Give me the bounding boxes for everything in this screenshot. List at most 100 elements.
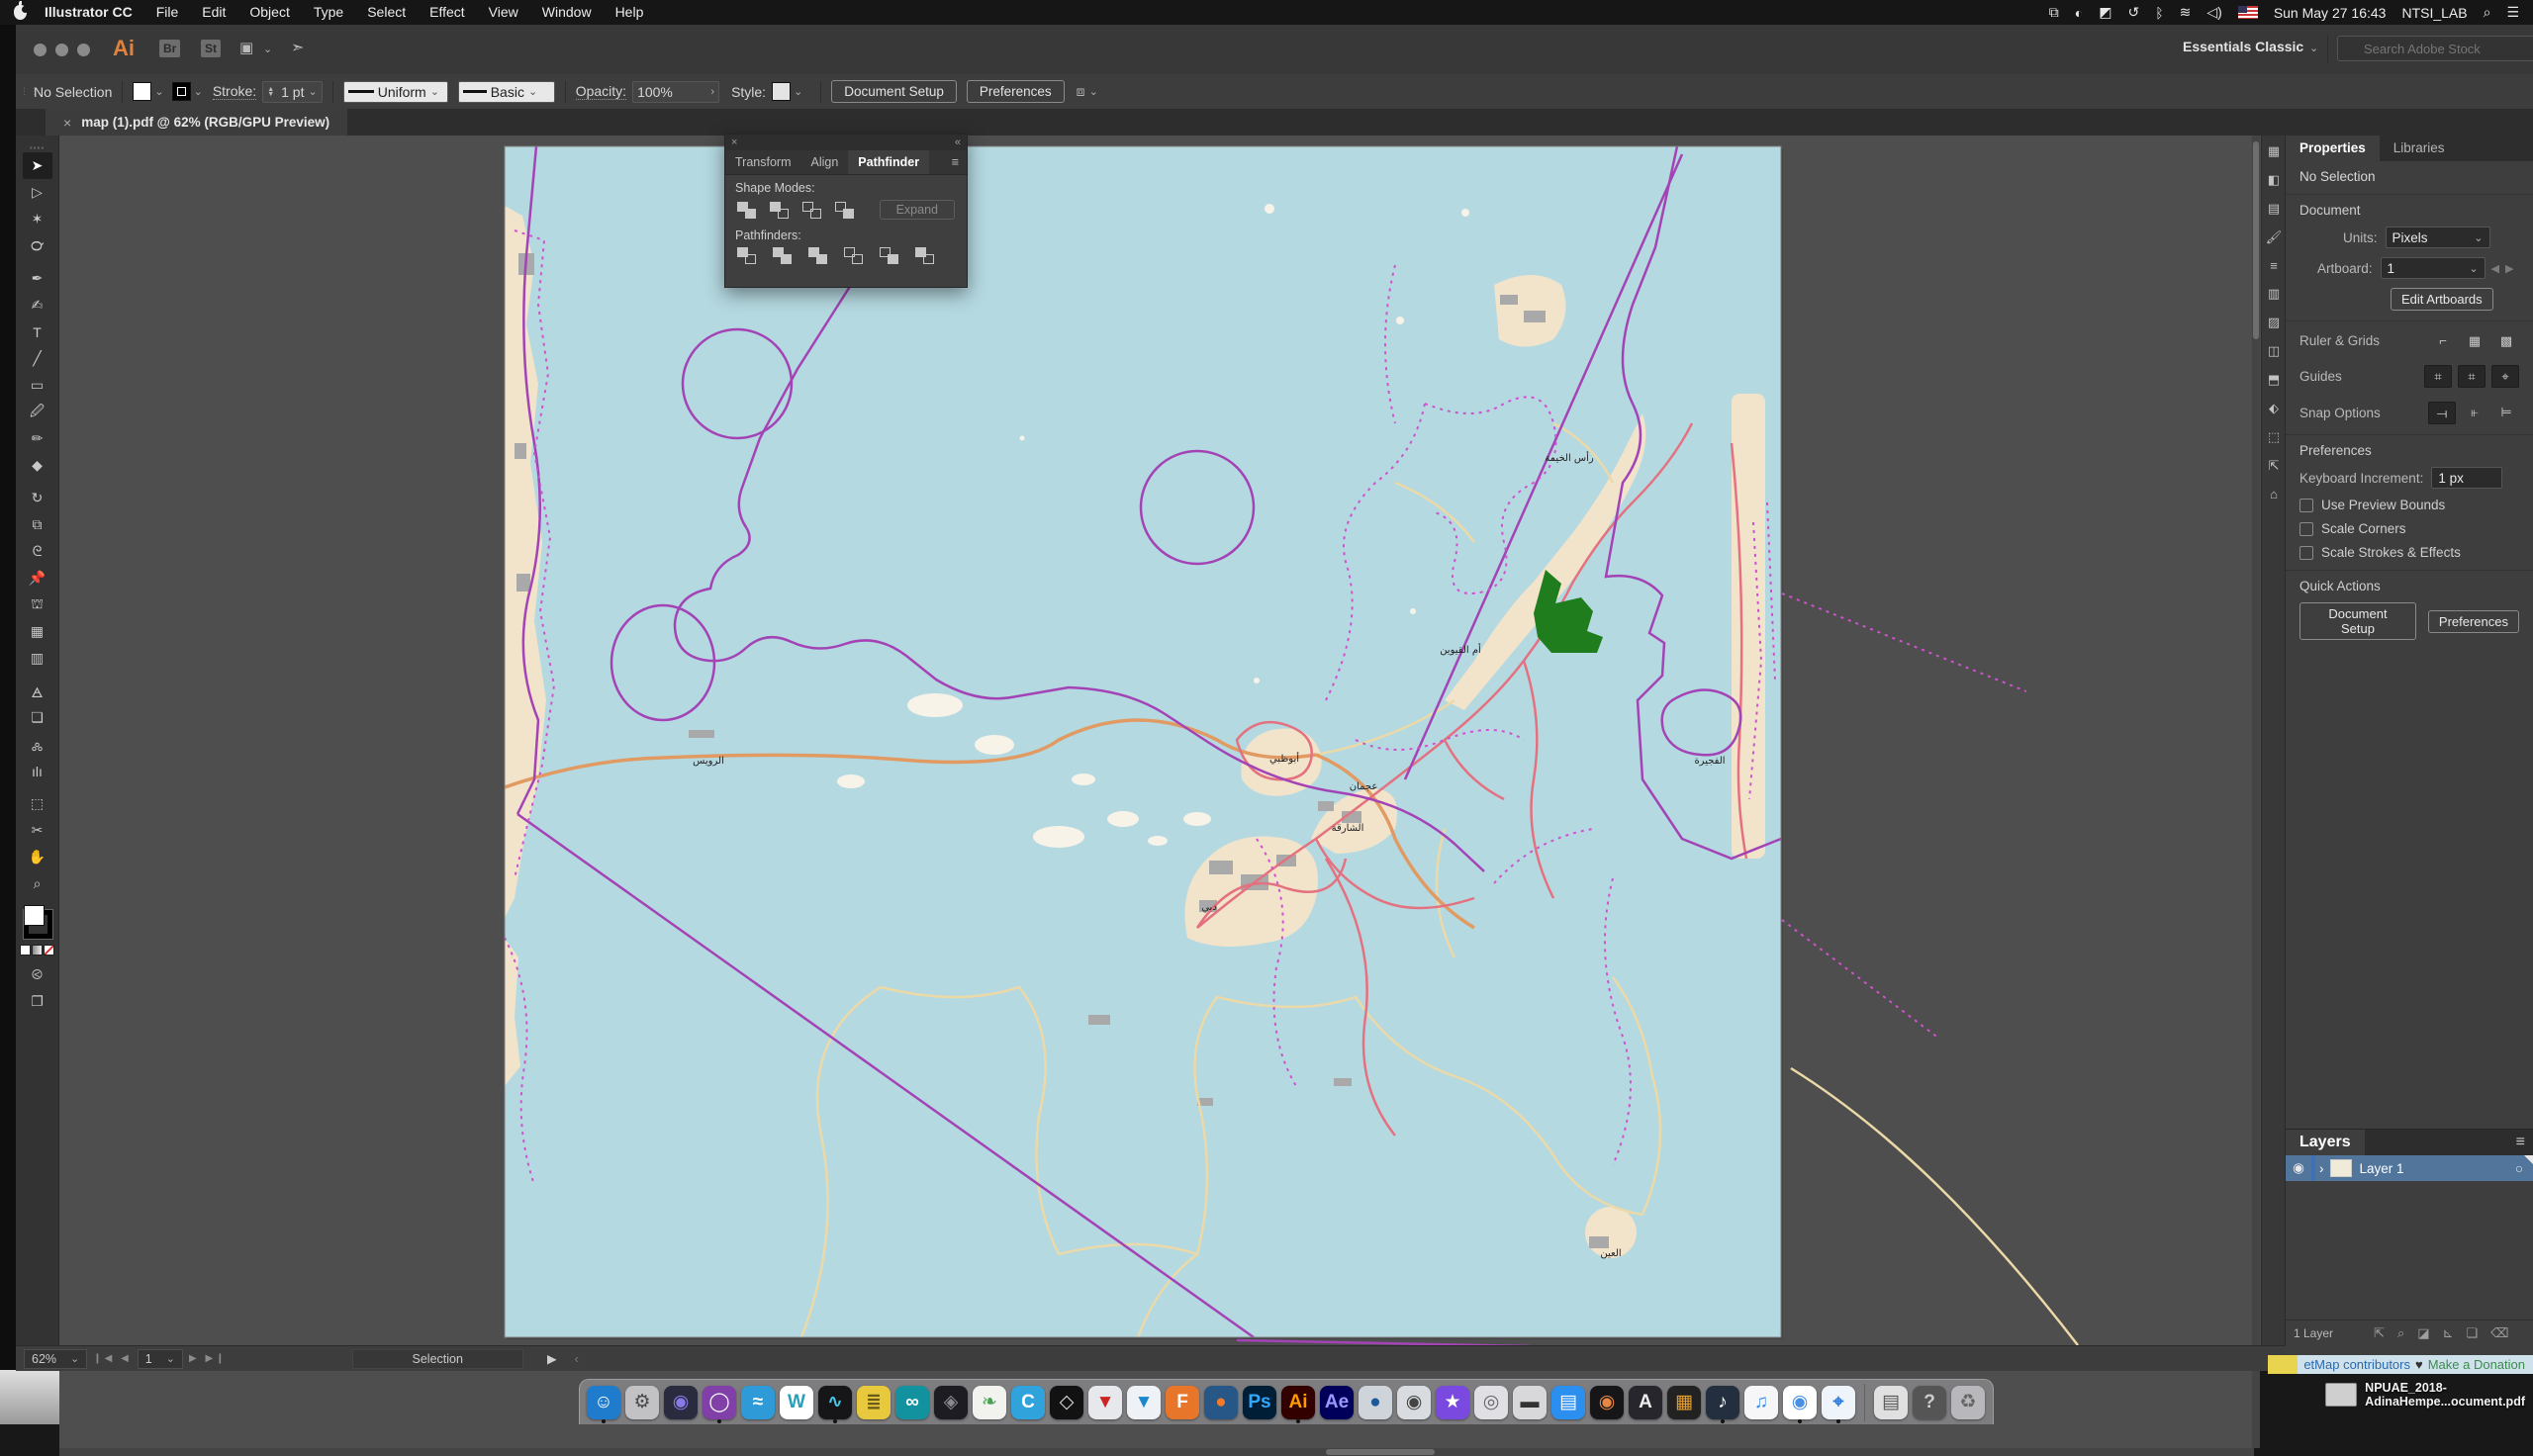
dock-imovie[interactable]: ★ <box>1435 1383 1470 1422</box>
dock-photoshop[interactable]: Ps <box>1242 1383 1277 1422</box>
symbols-panel-icon[interactable]: ⬖ <box>2269 401 2279 416</box>
tool-mesh[interactable]: ▦ <box>23 618 52 645</box>
tool-rectangle[interactable]: ▭ <box>23 372 52 399</box>
panel-menu-icon[interactable]: ≡ <box>952 155 967 169</box>
next-artboard-icon[interactable]: ▶ <box>2505 262 2513 275</box>
bluetooth-icon[interactable]: ᛒ <box>2155 5 2163 21</box>
tab-layers[interactable]: Layers <box>2286 1130 2365 1155</box>
minus-back-icon[interactable] <box>915 247 934 264</box>
collect-for-export-icon[interactable]: ⇱ <box>2374 1325 2385 1341</box>
preferences-button[interactable]: Preferences <box>967 80 1065 103</box>
tool-perspective-grid[interactable]: ⛫ <box>23 592 52 618</box>
tool-symbol-sprayer[interactable]: 🝆 <box>23 731 52 758</box>
dock-cinema-4d[interactable]: ● <box>1358 1383 1393 1422</box>
tool-artboard[interactable]: ⬚ <box>23 790 52 817</box>
fill-indicator[interactable] <box>24 905 45 926</box>
layers-menu-icon[interactable]: ≡ <box>2516 1134 2525 1151</box>
spotlight-icon[interactable]: ⌕ <box>2484 4 2491 21</box>
apple-menu-icon[interactable] <box>14 5 27 20</box>
layer-row[interactable]: ◉ › Layer 1 ○ <box>2286 1155 2533 1181</box>
bridge-button[interactable]: Br <box>159 40 180 57</box>
scale-corners-checkbox[interactable] <box>2299 522 2313 536</box>
artboards-panel-icon[interactable]: ⬚ <box>2268 429 2280 445</box>
dock-flame-circle-app[interactable]: ◉ <box>1589 1383 1625 1422</box>
snap-to-point-icon[interactable]: ⟞ <box>2428 402 2456 424</box>
asset-export-panel-icon[interactable]: ⇱ <box>2269 458 2280 474</box>
scale-strokes-effects-checkbox[interactable] <box>2299 546 2313 560</box>
opacity-label[interactable]: Opacity: <box>576 83 626 100</box>
appearance-panel-icon[interactable]: ◫ <box>2268 343 2280 359</box>
keyboard-increment-field[interactable]: 1 px <box>2431 467 2502 489</box>
menu-edit[interactable]: Edit <box>190 0 237 25</box>
none-mode-button[interactable] <box>44 945 54 956</box>
menu-help[interactable]: Help <box>604 0 656 25</box>
intersect-icon[interactable] <box>802 202 821 219</box>
attribution-link[interactable]: etMap contributors <box>2303 1357 2410 1372</box>
panel-close-icon[interactable]: × <box>731 136 737 148</box>
style-chevron[interactable]: ⌄ <box>794 85 802 98</box>
tool-line[interactable]: ╱ <box>23 345 52 372</box>
first-artboard-icon[interactable]: ❙◀ ◀ <box>93 1353 132 1364</box>
time-machine-icon[interactable]: ↺ <box>2128 4 2140 21</box>
menu-clock[interactable]: Sun May 27 16:43 <box>2274 5 2387 21</box>
show-grid-icon[interactable]: ▦ <box>2462 330 2487 351</box>
new-sublayer-icon[interactable]: ⊾ <box>2443 1325 2454 1341</box>
dock-itunes[interactable]: ♫ <box>1743 1383 1779 1422</box>
horizontal-scrollbar[interactable] <box>59 1448 2254 1456</box>
screen-mode-button[interactable]: ❐ <box>23 988 52 1015</box>
menu-view[interactable]: View <box>477 0 530 25</box>
menu-object[interactable]: Object <box>237 0 301 25</box>
close-window-button[interactable] <box>34 44 47 56</box>
smart-guides-icon[interactable]: ⌖ <box>2491 365 2519 388</box>
swatches-panel-icon[interactable]: ▤ <box>2268 201 2280 217</box>
tab-libraries[interactable]: Libraries <box>2380 136 2459 161</box>
stroke-panel-icon[interactable]: ≡ <box>2270 258 2278 273</box>
opacity-field[interactable]: 100%› <box>632 81 719 103</box>
menu-select[interactable]: Select <box>355 0 418 25</box>
dock-stickies[interactable]: ≣ <box>856 1383 891 1422</box>
tool-pen[interactable]: ✒ <box>23 265 52 292</box>
canvas[interactable]: دبي الشارقة عجمان أم القيوين رأس الخيمة … <box>59 136 2254 1448</box>
use-preview-bounds-checkbox[interactable] <box>2299 499 2313 512</box>
dock-wave-app[interactable]: ∿ <box>817 1383 853 1422</box>
dock-blue-triangle-app[interactable]: ▼ <box>1126 1383 1162 1422</box>
tool-slice[interactable]: ✂ <box>23 817 52 844</box>
new-layer-icon[interactable]: ❏ <box>2466 1325 2478 1341</box>
stock-button[interactable]: St <box>201 40 221 57</box>
crop-icon[interactable] <box>844 247 863 264</box>
minimize-window-button[interactable] <box>55 44 68 56</box>
dock-purple-orb-app[interactable]: ◯ <box>702 1383 737 1422</box>
merge-icon[interactable] <box>808 247 827 264</box>
artboard-dropdown[interactable]: 1⌄ <box>2381 257 2486 279</box>
tool-rotate[interactable]: ↻ <box>23 485 52 511</box>
tool-type[interactable]: T <box>23 318 52 345</box>
show-guides-icon[interactable]: ⌗ <box>2424 365 2452 388</box>
menu-effect[interactable]: Effect <box>418 0 477 25</box>
wifi-icon[interactable]: ≋ <box>2180 4 2192 21</box>
dock-finder[interactable]: ☺ <box>586 1383 621 1422</box>
exclude-icon[interactable] <box>835 202 854 219</box>
dock-a-ring-app[interactable]: A <box>1628 1383 1663 1422</box>
vertical-scrollbar[interactable] <box>2252 136 2260 1448</box>
layer-expand-chevron[interactable]: › <box>2319 1161 2324 1176</box>
tool-selection[interactable]: ➤ <box>23 152 52 179</box>
tool-hand[interactable]: ✋ <box>23 844 52 870</box>
tab-pathfinder[interactable]: Pathfinder <box>848 150 929 174</box>
color-mode-button[interactable] <box>20 945 31 956</box>
tool-eyedropper[interactable]: 🜁 <box>23 678 52 704</box>
panel-grip[interactable]: ⋮⋮ <box>20 86 34 97</box>
divide-icon[interactable] <box>737 247 756 264</box>
panel-collapse-icon[interactable]: « <box>955 136 961 148</box>
display-icon[interactable]: ⧉ <box>2049 4 2059 21</box>
menu-file[interactable]: File <box>144 0 191 25</box>
notification-center-icon[interactable]: ☰ <box>2506 4 2519 21</box>
dock-photo-booth[interactable]: ◉ <box>1396 1383 1432 1422</box>
edit-artboards-button[interactable]: Edit Artboards <box>2391 288 2493 311</box>
last-artboard-icon[interactable]: ▶ ▶❙ <box>189 1353 228 1364</box>
qa-document-setup-button[interactable]: Document Setup <box>2299 602 2416 640</box>
workspace-switcher[interactable]: Essentials Classic <box>2183 39 2303 54</box>
stroke-swatch[interactable] <box>172 82 191 101</box>
isolate-selection-icon[interactable]: ⧈ <box>1077 83 1085 100</box>
volume-icon[interactable]: ◁) <box>2206 4 2221 21</box>
tool-direct-selection[interactable]: ▷ <box>23 179 52 206</box>
